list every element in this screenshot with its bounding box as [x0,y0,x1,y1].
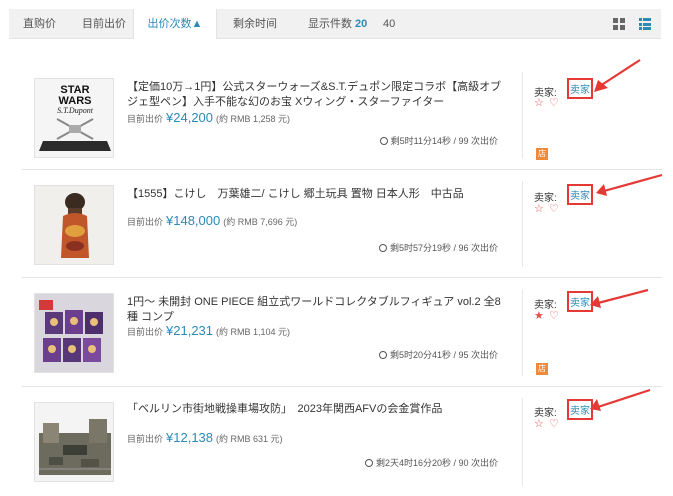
annotation-arrows [590,59,663,411]
